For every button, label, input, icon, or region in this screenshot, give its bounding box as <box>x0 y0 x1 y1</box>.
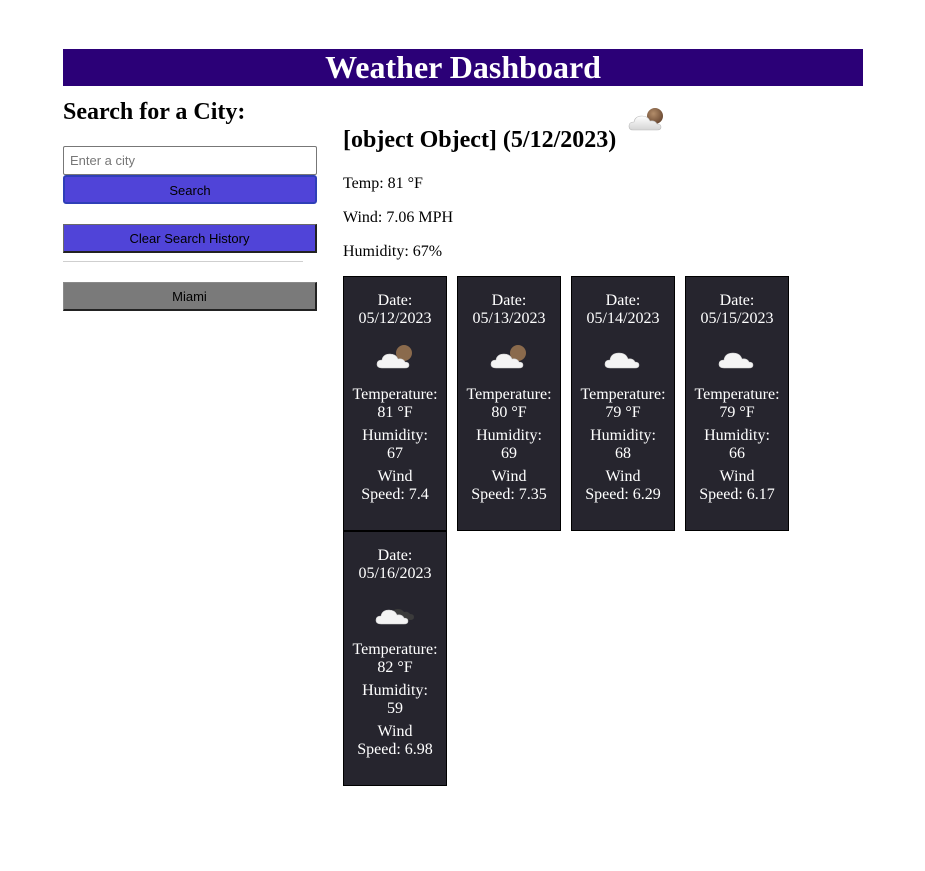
forecast-humidity: Humidity: 59 <box>344 682 446 718</box>
forecast-temperature: Temperature: 79 °F <box>686 386 788 422</box>
forecast-humidity: Humidity: 67 <box>344 427 446 463</box>
forecast-wind: Wind Speed: 7.35 <box>458 468 560 504</box>
partly-cloudy-night-icon <box>627 104 667 136</box>
broken-clouds-icon <box>375 609 414 625</box>
page-header: Weather Dashboard <box>63 49 863 86</box>
forecast-wind-label: Wind <box>491 468 527 485</box>
forecast-date-value: 05/14/2023 <box>586 310 660 327</box>
forecast-humidity-label: Humidity: <box>704 427 770 444</box>
forecast-temp-value: 79 °F <box>719 404 755 421</box>
forecast-humidity-value: 69 <box>501 445 517 462</box>
forecast-humidity-label: Humidity: <box>476 427 542 444</box>
forecast-wind: Wind Speed: 6.29 <box>572 468 674 504</box>
forecast-wind: Wind Speed: 6.17 <box>686 468 788 504</box>
forecast-humidity-value: 67 <box>387 445 403 462</box>
forecast-card: Date: 05/14/2023 Temperature: 79 °F Humi… <box>571 276 675 531</box>
sidebar: Search for a City: Search Clear Search H… <box>63 96 317 311</box>
forecast-temp-label: Temperature: <box>352 386 438 403</box>
forecast-temperature: Temperature: 82 °F <box>344 641 446 677</box>
current-temp: Temp: 81 °F <box>343 175 423 192</box>
forecast-temp-label: Temperature: <box>694 386 780 403</box>
forecast-wind-value: Speed: 7.35 <box>471 486 547 503</box>
forecast-card: Date: 05/13/2023 Temperature: 80 °F Humi… <box>457 276 561 531</box>
forecast-date: Date: 05/15/2023 <box>686 292 788 328</box>
forecast-date: Date: 05/12/2023 <box>344 292 446 328</box>
forecast-temp-value: 79 °F <box>605 404 641 421</box>
forecast-wind-label: Wind <box>377 723 413 740</box>
cloud-icon <box>604 352 640 369</box>
forecast-date: Date: 05/13/2023 <box>458 292 560 328</box>
forecast-temp-value: 80 °F <box>491 404 527 421</box>
forecast-humidity-value: 68 <box>615 445 631 462</box>
divider <box>63 261 303 262</box>
forecast-humidity: Humidity: 69 <box>458 427 560 463</box>
forecast-date-value: 05/12/2023 <box>358 310 432 327</box>
cloud-icon <box>718 352 754 369</box>
forecast-wind-label: Wind <box>377 468 413 485</box>
forecast-humidity-label: Humidity: <box>362 682 428 699</box>
forecast-humidity-value: 59 <box>387 700 403 717</box>
forecast-date-label: Date: <box>491 292 527 309</box>
forecast-date-value: 05/16/2023 <box>358 565 432 582</box>
search-button[interactable]: Search <box>63 175 317 204</box>
page: Weather Dashboard Search for a City: Sea… <box>0 0 925 871</box>
forecast-temp-label: Temperature: <box>580 386 666 403</box>
clear-history-button[interactable]: Clear Search History <box>63 224 317 253</box>
current-humidity: Humidity: 67% <box>343 243 443 260</box>
forecast-temperature: Temperature: 80 °F <box>458 386 560 422</box>
forecast-wind-label: Wind <box>605 468 641 485</box>
forecast-date-label: Date: <box>377 547 413 564</box>
forecast-date-label: Date: <box>719 292 755 309</box>
forecast-date: Date: 05/16/2023 <box>344 547 446 583</box>
forecast-temp-value: 81 °F <box>377 404 413 421</box>
forecast-date-label: Date: <box>377 292 413 309</box>
forecast-humidity-label: Humidity: <box>590 427 656 444</box>
forecast-wind-value: Speed: 6.17 <box>699 486 775 503</box>
forecast-wind-value: Speed: 7.4 <box>361 486 429 503</box>
forecast-temp-label: Temperature: <box>466 386 552 403</box>
search-heading: Search for a City: <box>63 99 246 125</box>
page-title: Weather Dashboard <box>325 49 601 85</box>
forecast-date: Date: 05/14/2023 <box>572 292 674 328</box>
forecast-wind-label: Wind <box>719 468 755 485</box>
forecast-temp-value: 82 °F <box>377 659 413 676</box>
current-city-title: [object Object] (5/12/2023) <box>343 127 617 153</box>
forecast-date-value: 05/13/2023 <box>472 310 546 327</box>
forecast-humidity-value: 66 <box>729 445 745 462</box>
forecast-wind-value: Speed: 6.98 <box>357 741 433 758</box>
history-city-button[interactable]: Miami <box>63 282 317 311</box>
forecast-humidity: Humidity: 66 <box>686 427 788 463</box>
current-wind: Wind: 7.06 MPH <box>343 209 454 226</box>
forecast-date-label: Date: <box>605 292 641 309</box>
forecast-temperature: Temperature: 79 °F <box>572 386 674 422</box>
forecast-humidity-label: Humidity: <box>362 427 428 444</box>
forecast-date-value: 05/15/2023 <box>700 310 774 327</box>
partly-cloudy-night-icon <box>376 345 412 369</box>
city-search-input[interactable] <box>63 146 317 175</box>
forecast-card: Date: 05/15/2023 Temperature: 79 °F Humi… <box>685 276 789 531</box>
forecast-card: Date: 05/16/2023 Temperature: 82 °F Humi… <box>343 531 447 786</box>
forecast-wind: Wind Speed: 7.4 <box>344 468 446 504</box>
forecast-temperature: Temperature: 81 °F <box>344 386 446 422</box>
forecast-card: Date: 05/12/2023 Temperature: 81 °F Humi… <box>343 276 447 531</box>
partly-cloudy-night-icon <box>490 345 526 369</box>
forecast-temp-label: Temperature: <box>352 641 438 658</box>
forecast-humidity: Humidity: 68 <box>572 427 674 463</box>
forecast-wind: Wind Speed: 6.98 <box>344 723 446 759</box>
forecast-wind-value: Speed: 6.29 <box>585 486 661 503</box>
